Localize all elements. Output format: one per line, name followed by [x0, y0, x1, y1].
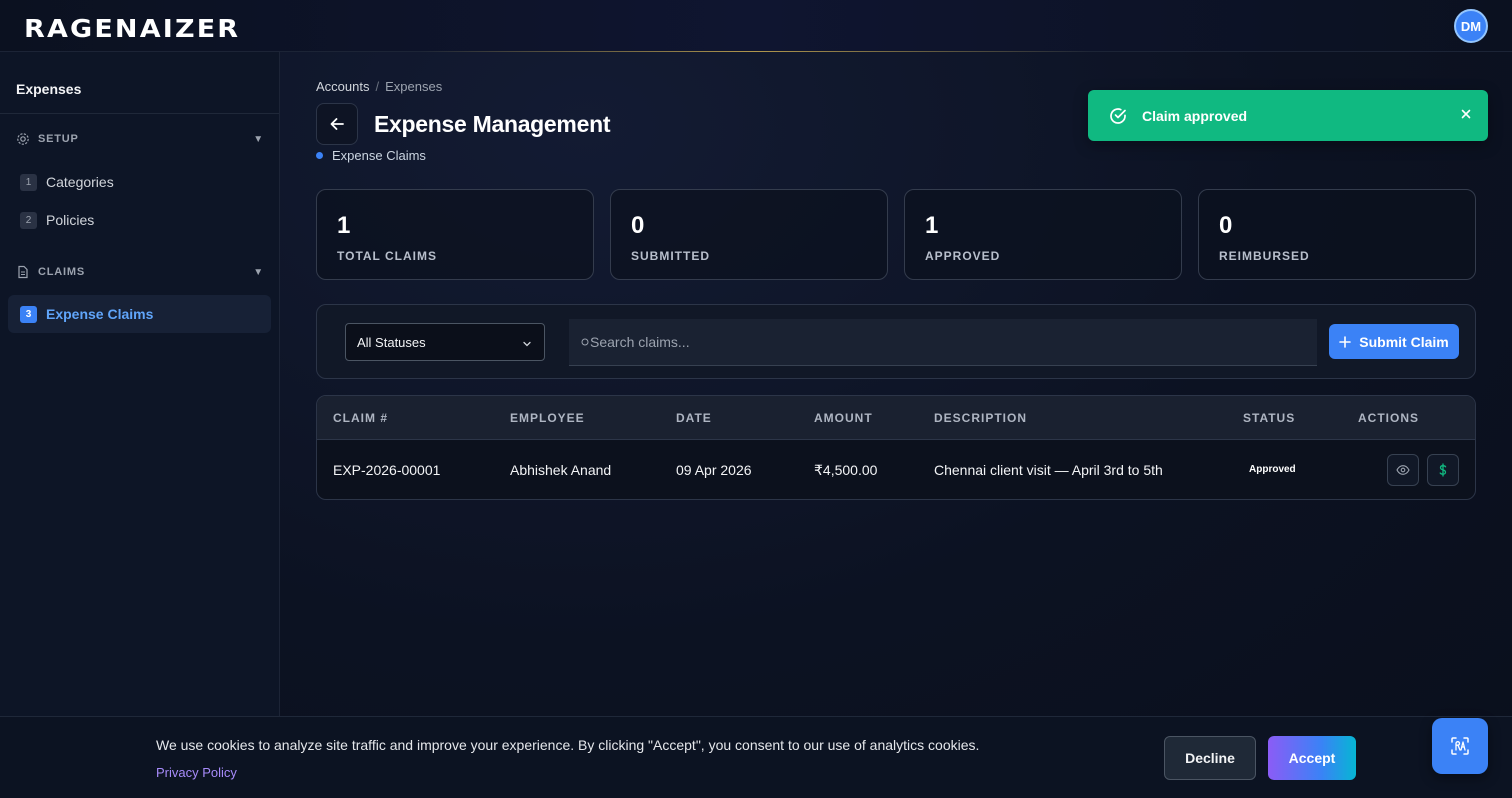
column-header-date[interactable]: DATE — [676, 411, 712, 425]
stat-label: REIMBURSED — [1219, 249, 1310, 263]
breadcrumb-current: Expenses — [385, 79, 443, 94]
breadcrumb-accounts[interactable]: Accounts — [316, 79, 369, 94]
table-header: CLAIM # EMPLOYEE DATE AMOUNT DESCRIPTION… — [317, 396, 1475, 440]
cookie-text: We use cookies to analyze site traffic a… — [156, 737, 980, 753]
search-placeholder: Search claims... — [590, 334, 690, 350]
stat-label: TOTAL CLAIMS — [337, 249, 437, 263]
document-icon — [16, 265, 30, 279]
sidebar-section-setup[interactable]: SETUP ▼ — [16, 132, 264, 146]
sidebar-section-label: SETUP — [38, 133, 79, 145]
submit-claim-button[interactable]: Submit Claim — [1329, 324, 1459, 359]
success-toast: Claim approved — [1088, 90, 1488, 141]
stat-value: 0 — [631, 212, 645, 239]
eye-icon — [1396, 463, 1410, 477]
cell-date: 09 Apr 2026 — [676, 462, 752, 478]
dollar-icon — [1436, 463, 1450, 477]
column-header-employee[interactable]: EMPLOYEE — [510, 411, 585, 425]
breadcrumb: Accounts / Expenses — [316, 79, 442, 94]
cookie-banner: We use cookies to analyze site traffic a… — [0, 716, 1512, 798]
submit-claim-label: Submit Claim — [1359, 333, 1449, 350]
status-badge: Approved — [1249, 464, 1296, 475]
chevron-down-icon — [522, 337, 532, 347]
stat-value: 0 — [1219, 212, 1233, 239]
check-circle-icon — [1108, 106, 1128, 126]
status-filter-select[interactable]: All Statuses — [345, 323, 545, 361]
cell-amount: ₹4,500.00 — [814, 462, 878, 478]
user-avatar[interactable]: DM — [1454, 9, 1488, 43]
sidebar-item-policies[interactable]: 2 Policies — [8, 201, 271, 239]
column-header-amount[interactable]: AMOUNT — [814, 411, 873, 425]
cell-claim-number: EXP-2026-00001 — [333, 462, 441, 478]
toast-message: Claim approved — [1142, 107, 1248, 124]
app-logo[interactable]: RAGENAIZER — [24, 14, 240, 43]
stat-card-approved: 1 APPROVED — [904, 189, 1182, 280]
view-claim-button[interactable] — [1387, 454, 1419, 486]
collapse-caret-icon: ▼ — [253, 133, 264, 145]
collapse-caret-icon: ▼ — [253, 266, 264, 278]
status-dot — [316, 152, 323, 159]
page-subtitle: Expense Claims — [316, 148, 426, 163]
claims-table: CLAIM # EMPLOYEE DATE AMOUNT DESCRIPTION… — [316, 395, 1476, 500]
column-header-claim[interactable]: CLAIM # — [333, 411, 388, 425]
sidebar-item-label: Expense Claims — [46, 306, 154, 322]
column-header-status[interactable]: STATUS — [1243, 411, 1295, 425]
sidebar-section-claims[interactable]: CLAIMS ▼ — [16, 265, 264, 279]
accept-cookies-button[interactable]: Accept — [1268, 736, 1356, 780]
filter-bar: All Statuses Search claims... Submit Cla… — [316, 304, 1476, 379]
privacy-policy-link[interactable]: Privacy Policy — [156, 765, 237, 780]
column-header-description[interactable]: DESCRIPTION — [934, 411, 1027, 425]
search-icon — [581, 338, 590, 347]
arrow-left-icon — [329, 116, 345, 132]
decline-cookies-button[interactable]: Decline — [1164, 736, 1256, 780]
sidebar-item-label: Categories — [46, 174, 114, 190]
sidebar: Expenses SETUP ▼ 1 Categories 2 Policies… — [0, 52, 280, 798]
page-subtitle-text: Expense Claims — [332, 148, 426, 163]
sidebar-title: Expenses — [16, 81, 82, 97]
sidebar-item-number: 1 — [20, 173, 37, 191]
assistant-fab-button[interactable] — [1432, 718, 1488, 774]
plus-icon — [1339, 335, 1352, 348]
stat-label: SUBMITTED — [631, 249, 710, 263]
sidebar-item-categories[interactable]: 1 Categories — [8, 163, 271, 201]
column-header-actions: ACTIONS — [1358, 411, 1419, 425]
status-filter-value: All Statuses — [357, 334, 426, 350]
close-icon[interactable] — [1458, 106, 1474, 122]
sidebar-item-label: Policies — [46, 212, 95, 228]
back-button[interactable] — [316, 103, 358, 145]
stat-label: APPROVED — [925, 249, 1001, 263]
ai-assistant-icon — [1448, 734, 1472, 758]
cell-description: Chennai client visit — April 3rd to 5th — [934, 462, 1163, 478]
breadcrumb-separator: / — [375, 79, 380, 94]
stat-card-reimbursed: 0 REIMBURSED — [1198, 189, 1476, 280]
stat-card-submitted: 0 SUBMITTED — [610, 189, 888, 280]
sidebar-item-number: 3 — [20, 305, 37, 323]
gear-icon — [16, 132, 30, 146]
page-title: Expense Management — [374, 111, 611, 137]
stat-value: 1 — [925, 212, 939, 239]
cell-employee: Abhishek Anand — [510, 462, 612, 478]
stat-card-total-claims: 1 TOTAL CLAIMS — [316, 189, 594, 280]
sidebar-item-expense-claims[interactable]: 3 Expense Claims — [8, 295, 271, 333]
sidebar-item-number: 2 — [20, 211, 37, 229]
top-bar: RAGENAIZER DM — [0, 0, 1512, 52]
sidebar-section-label: CLAIMS — [38, 266, 85, 278]
reimburse-claim-button[interactable] — [1427, 454, 1459, 486]
stat-value: 1 — [337, 212, 351, 239]
search-input[interactable]: Search claims... — [569, 319, 1317, 366]
main-content: Accounts / Expenses Expense Management Exp… — [280, 52, 1512, 798]
sidebar-divider — [0, 113, 279, 114]
